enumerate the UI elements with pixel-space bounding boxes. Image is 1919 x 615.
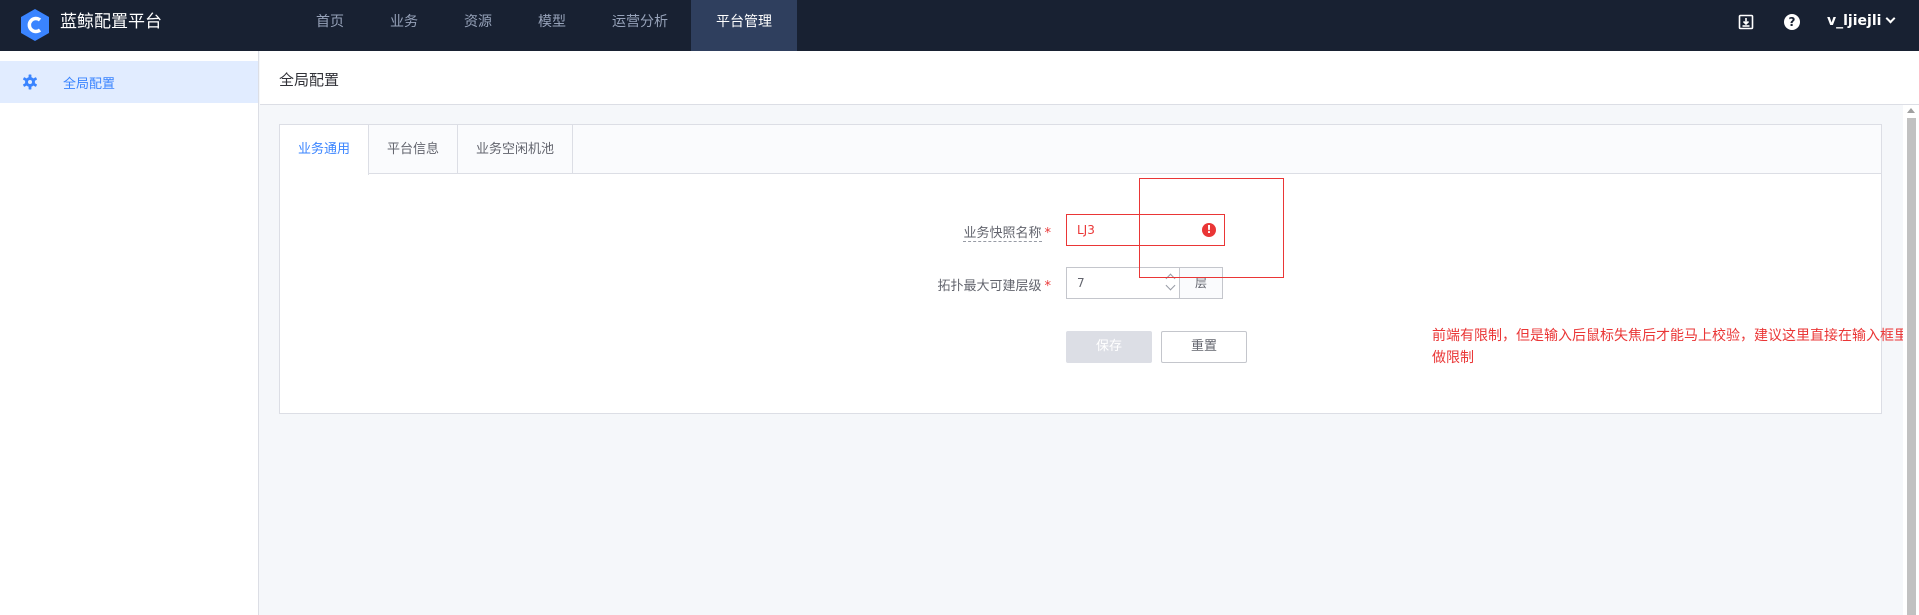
- required-mark: *: [1044, 279, 1052, 294]
- export-icon[interactable]: [1737, 13, 1755, 31]
- topo-max-level-label: 拓扑最大可建层级 *: [937, 275, 1051, 294]
- help-icon[interactable]: ?: [1783, 13, 1801, 31]
- required-mark: *: [1044, 226, 1052, 241]
- main-nav: 首页 业务 资源 模型 运营分析 平台管理: [292, 0, 797, 51]
- top-navbar: 蓝鲸配置平台 首页 业务 资源 模型 运营分析 平台管理 ? v_ljiejli: [0, 0, 1919, 51]
- tab-platform-info[interactable]: 平台信息: [369, 125, 459, 174]
- snapshot-name-label: 业务快照名称 *: [963, 222, 1052, 242]
- reset-button[interactable]: 重置: [1161, 331, 1247, 363]
- annotation-highlight-box: [1139, 178, 1284, 278]
- nav-item-resource[interactable]: 资源: [441, 0, 515, 51]
- snapshot-name-value: LJ3: [1077, 223, 1095, 237]
- page-header: 全局配置: [260, 51, 1919, 105]
- snapshot-name-label-text: 业务快照名称: [963, 226, 1042, 242]
- chevron-down-icon: [1885, 13, 1896, 24]
- sidebar-item-global-config[interactable]: 全局配置: [0, 61, 258, 103]
- sidebar-item-label: 全局配置: [63, 77, 116, 92]
- tab-bar: 业务通用 平台信息 业务空闲机池: [280, 125, 1881, 175]
- nav-item-business[interactable]: 业务: [367, 0, 441, 51]
- annotation-note: 前端有限制，但是输入后鼠标失焦后才能马上校验，建议这里直接在输入框里做限制: [1432, 328, 1908, 366]
- vertical-scrollbar[interactable]: [1903, 105, 1919, 615]
- gear-icon: [23, 74, 37, 90]
- topo-max-level-value: 7: [1077, 276, 1085, 290]
- sidebar: 全局配置: [0, 51, 259, 615]
- topo-max-level-label-text: 拓扑最大可建层级: [937, 279, 1042, 294]
- save-button[interactable]: 保存: [1066, 331, 1152, 363]
- chevron-down-icon[interactable]: [1165, 280, 1176, 291]
- nav-item-home[interactable]: 首页: [292, 0, 367, 51]
- user-name: v_ljiejli: [1827, 13, 1882, 29]
- user-menu[interactable]: v_ljiejli: [1827, 13, 1896, 29]
- svg-text:?: ?: [1789, 15, 1796, 29]
- app-title: 蓝鲸配置平台: [60, 12, 162, 32]
- app-logo-icon[interactable]: [20, 8, 50, 42]
- tab-business-general[interactable]: 业务通用: [280, 125, 370, 175]
- nav-item-platform-admin[interactable]: 平台管理: [691, 0, 797, 51]
- tab-idle-pool[interactable]: 业务空闲机池: [458, 125, 574, 174]
- scroll-up-arrow-icon[interactable]: [1907, 108, 1915, 113]
- nav-item-model[interactable]: 模型: [515, 0, 589, 51]
- scrollbar-thumb[interactable]: [1907, 118, 1916, 615]
- nav-item-analysis[interactable]: 运营分析: [589, 0, 691, 51]
- config-card: 业务通用 平台信息 业务空闲机池 业务快照名称 * LJ3 ! 拓扑最大可建层级 *…: [279, 124, 1882, 414]
- page-title: 全局配置: [279, 71, 340, 89]
